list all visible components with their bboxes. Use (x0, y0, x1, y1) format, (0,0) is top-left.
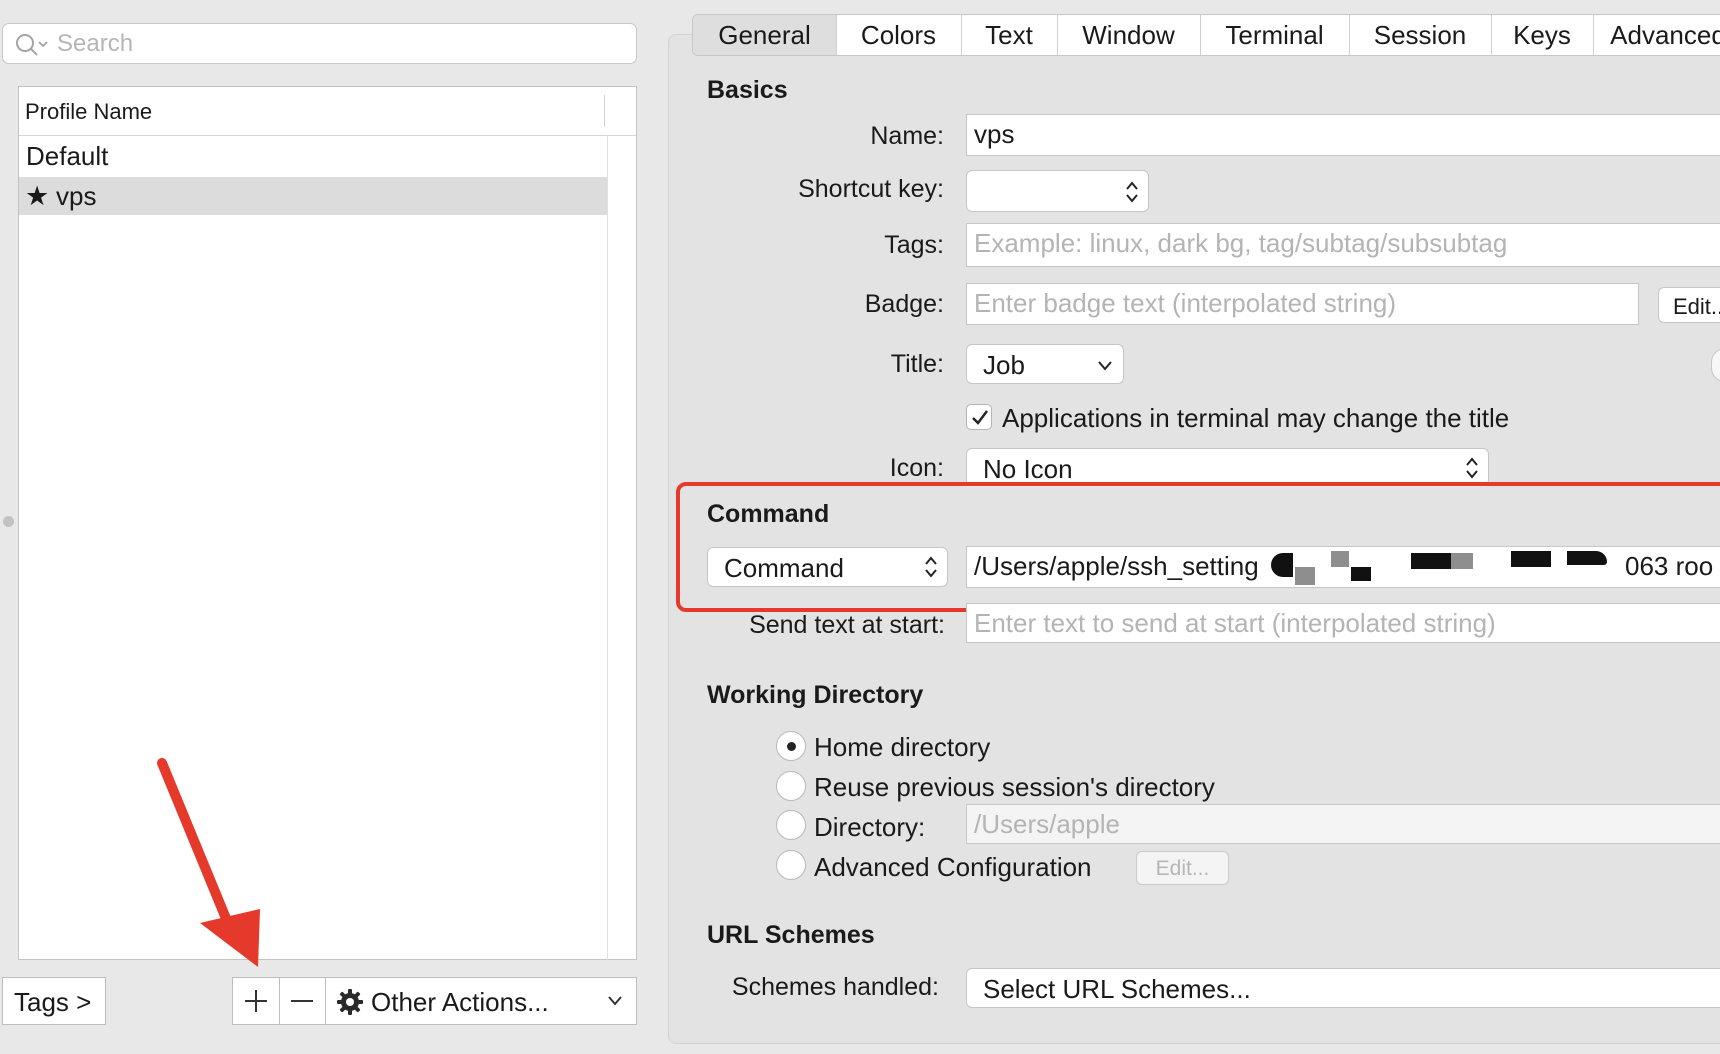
advanced-config-edit-button[interactable]: Edit... (1136, 851, 1229, 885)
chevron-down-icon (1098, 361, 1112, 371)
send-text-placeholder: Enter text to send at start (interpolate… (974, 608, 1496, 638)
schemes-handled-label: Schemes handled: (731, 973, 939, 1001)
search-field[interactable]: Search (2, 23, 637, 64)
tab-keys[interactable]: Keys (1491, 15, 1594, 55)
title-label: Title: (890, 350, 944, 378)
send-text-field[interactable]: Enter text to send at start (interpolate… (966, 603, 1720, 643)
radio-advanced-configuration[interactable] (776, 850, 806, 880)
title-value: Job (983, 350, 1025, 380)
profile-list[interactable]: Profile Name Default ★ vps (18, 86, 637, 960)
shortcut-key-popup[interactable] (966, 170, 1149, 212)
name-label: Name: (870, 122, 944, 150)
name-field[interactable]: vps (966, 114, 1720, 156)
tags-label: Tags: (884, 231, 944, 259)
icon-value: No Icon (983, 454, 1073, 484)
title-change-checkbox[interactable] (966, 404, 992, 430)
directory-field[interactable]: /Users/apple (966, 804, 1720, 844)
home-directory-label: Home directory (814, 732, 991, 762)
tab-terminal[interactable]: Terminal (1200, 15, 1350, 55)
tab-advanced[interactable]: Advanced (1593, 15, 1720, 55)
section-basics: Basics (707, 76, 788, 104)
radio-reuse-directory[interactable] (776, 771, 806, 801)
tab-colors[interactable]: Colors (836, 15, 962, 55)
send-text-label: Send text at start: (749, 611, 945, 639)
advanced-configuration-label: Advanced Configuration (814, 852, 1092, 882)
up-down-arrows-icon (1466, 457, 1478, 479)
tab-session[interactable]: Session (1349, 15, 1492, 55)
chevron-down-icon (608, 996, 622, 1006)
radio-home-directory[interactable] (776, 731, 806, 761)
badge-field[interactable]: Enter badge text (interpolated string) (966, 283, 1639, 325)
add-profile-button[interactable] (233, 978, 280, 1024)
profile-list-header[interactable]: Profile Name (19, 87, 636, 136)
tab-text[interactable]: Text (961, 15, 1058, 55)
badge-edit-button[interactable]: Edit... (1658, 287, 1720, 323)
column-header-profile-name[interactable]: Profile Name (25, 99, 152, 125)
badge-label: Badge: (864, 290, 944, 318)
gear-icon (337, 989, 363, 1015)
radio-directory[interactable] (776, 810, 806, 840)
reuse-directory-label: Reuse previous session's directory (814, 772, 1215, 802)
url-schemes-value: Select URL Schemes... (983, 974, 1251, 1004)
star-icon: ★ (25, 181, 50, 211)
red-arrow-annotation (157, 758, 260, 967)
profile-row-default[interactable]: Default (19, 137, 607, 175)
column-separator (604, 95, 605, 127)
title-popup[interactable]: Job (966, 344, 1124, 384)
list-scroll-track (607, 135, 608, 960)
profile-name: vps (56, 181, 97, 211)
tab-general[interactable]: General (693, 15, 837, 55)
tab-window[interactable]: Window (1057, 15, 1201, 55)
directory-label: Directory: (814, 812, 926, 842)
icon-popup[interactable]: No Icon (966, 448, 1489, 486)
tags-button[interactable]: Tags > (2, 977, 106, 1025)
directory-placeholder: /Users/apple (974, 809, 1120, 839)
up-down-arrows-icon (1126, 181, 1138, 203)
search-placeholder: Search (57, 30, 134, 57)
badge-placeholder: Enter badge text (interpolated string) (974, 288, 1397, 318)
search-icon (16, 34, 48, 56)
section-working-directory: Working Directory (707, 681, 924, 709)
profile-actions-bar: Other Actions... (232, 977, 637, 1025)
command-highlight-box (676, 482, 1720, 612)
other-actions-label: Other Actions... (371, 987, 549, 1017)
pane-resize-handle[interactable] (3, 516, 14, 527)
icon-label: Icon: (889, 454, 944, 482)
section-url-schemes: URL Schemes (707, 921, 875, 949)
tags-placeholder: Example: linux, dark bg, tag/subtag/subs… (974, 228, 1508, 258)
settings-tab-bar: General Colors Text Window Terminal Sess… (692, 14, 1720, 56)
profile-row-vps[interactable]: ★ vps (19, 177, 607, 215)
title-change-label: Applications in terminal may change the … (1002, 403, 1510, 433)
shortcut-key-label: Shortcut key: (798, 175, 944, 203)
tags-field[interactable]: Example: linux, dark bg, tag/subtag/subs… (966, 223, 1720, 267)
other-actions-button[interactable]: Other Actions... (325, 978, 636, 1024)
profile-name: Default (26, 141, 109, 171)
remove-profile-button[interactable] (279, 978, 326, 1024)
url-schemes-popup[interactable]: Select URL Schemes... (966, 968, 1720, 1008)
checkmark-icon (972, 410, 988, 425)
